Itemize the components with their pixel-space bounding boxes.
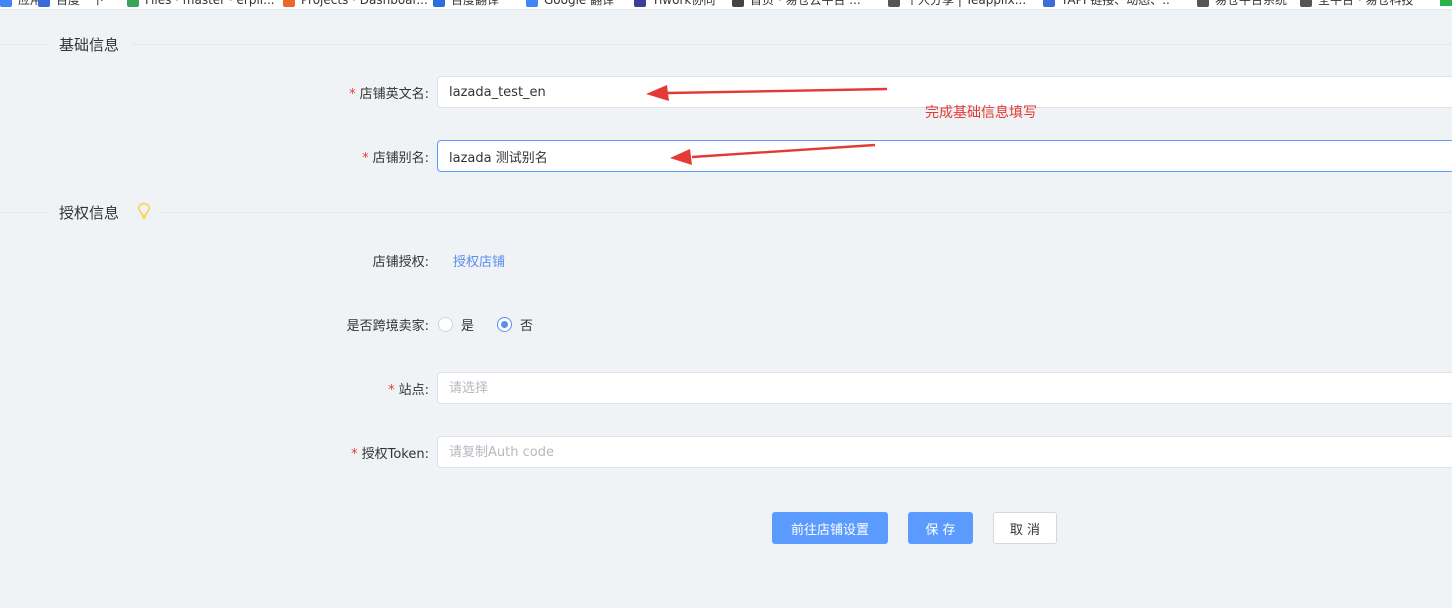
cancel-button[interactable]: 取 消 [993, 512, 1057, 544]
bookmark-favicon-icon [732, 0, 744, 7]
bookmark-label: Projects · Dashboar... [301, 0, 428, 7]
bookmark-item[interactable]: Projects · Dashboar... [283, 0, 428, 9]
bookmark-item[interactable]: Files · master · erpli... [127, 0, 275, 9]
required-mark: * [351, 447, 358, 462]
bookmarks-bar: 应用 百度一下 Files · master · erpli... Projects … [0, 0, 1452, 10]
bookmark-label: 百度一下 [56, 0, 105, 7]
authorize-store-link[interactable]: 授权店铺 [453, 251, 505, 270]
cross-border-radio-group: 是 否 [438, 315, 556, 334]
store-en-name-label: * 店铺英文名: [349, 83, 429, 102]
bookmark-favicon-icon [1043, 0, 1055, 7]
site-select[interactable] [437, 372, 1452, 404]
section-divider [0, 44, 50, 45]
section-divider [160, 212, 1452, 213]
bookmark-label: TAPI 链接、动态、.. [1061, 0, 1170, 7]
radio-label: 是 [461, 318, 475, 334]
bookmark-item[interactable]: TAPI 链接、动态、.. [1043, 0, 1170, 9]
store-alias-input[interactable] [437, 140, 1452, 172]
bookmark-item[interactable]: 百度翻译 [433, 0, 499, 9]
bookmark-label: 首页 · 易仓云平台 ... [750, 0, 861, 7]
lightbulb-icon[interactable] [137, 202, 151, 220]
bookmark-favicon-icon [127, 0, 139, 7]
bookmark-favicon-icon [0, 0, 12, 7]
required-mark: * [362, 151, 369, 166]
bookmark-label: 易仓平台系统 [1215, 0, 1288, 7]
bookmark-item[interactable]: Google 翻译 [526, 0, 614, 9]
required-mark: * [388, 383, 395, 398]
bookmark-item[interactable]: 首页 · 易仓云平台 ... [732, 0, 861, 9]
bookmark-favicon-icon [526, 0, 538, 7]
bookmark-favicon-icon [1197, 0, 1209, 7]
bookmark-label: 百度翻译 [451, 0, 500, 7]
bookmark-label: Tiwork协同 [652, 0, 716, 7]
bookmark-item[interactable]: 应用 [0, 0, 42, 9]
bookmark-item[interactable]: 百度一下 [38, 0, 104, 9]
section-divider [0, 212, 50, 213]
label-text: 店铺英文名: [359, 87, 429, 102]
section-title-basic: 基础信息 [59, 36, 120, 54]
radio-circle-checked [497, 316, 513, 332]
bookmark-item[interactable]: 全平台 · 易仓科技 [1300, 0, 1413, 9]
radio-circle [438, 316, 453, 332]
label-text: 店铺别名: [372, 151, 429, 166]
bookmark-favicon-icon [433, 0, 445, 7]
store-alias-label: * 店铺别名: [362, 147, 429, 166]
bookmark-item[interactable]: 易仓平台系统 [1197, 0, 1287, 9]
radio-label: 否 [520, 318, 534, 334]
store-auth-label: 店铺授权: [372, 255, 429, 270]
bookmark-label: 全平台 · 易仓科技 [1318, 0, 1414, 7]
label-text: 站点: [398, 383, 429, 398]
annotation-text: 完成基础信息填写 [925, 105, 1037, 121]
bookmark-label: Google 翻译 [544, 0, 615, 7]
bookmark-item[interactable]: 个人分享 | Teapplix... [888, 0, 1026, 9]
bookmark-favicon-icon [1300, 0, 1312, 7]
section-title-auth: 授权信息 [59, 204, 120, 222]
required-mark: * [349, 87, 356, 102]
auth-token-label: * 授权Token: [351, 443, 429, 462]
section-divider [132, 44, 1452, 45]
auth-token-input[interactable] [437, 436, 1452, 468]
extension-icon[interactable] [1440, 0, 1452, 6]
site-label: * 站点: [388, 379, 429, 398]
label-text: 授权Token: [361, 447, 429, 462]
bookmark-favicon-icon [38, 0, 50, 7]
bookmark-favicon-icon [283, 0, 295, 7]
bookmark-label: Files · master · erpli... [145, 0, 275, 7]
goto-store-settings-button[interactable]: 前往店铺设置 [772, 512, 888, 544]
bookmark-label: 个人分享 | Teapplix... [906, 0, 1027, 7]
save-button[interactable]: 保 存 [908, 512, 973, 544]
radio-option-no[interactable]: 否 [497, 315, 533, 334]
bookmark-item[interactable]: Tiwork协同 [634, 0, 715, 9]
cross-border-label: 是否跨境卖家: [346, 319, 429, 334]
radio-option-yes[interactable]: 是 [438, 315, 474, 334]
bookmark-favicon-icon [888, 0, 900, 7]
bookmark-favicon-icon [634, 0, 646, 7]
